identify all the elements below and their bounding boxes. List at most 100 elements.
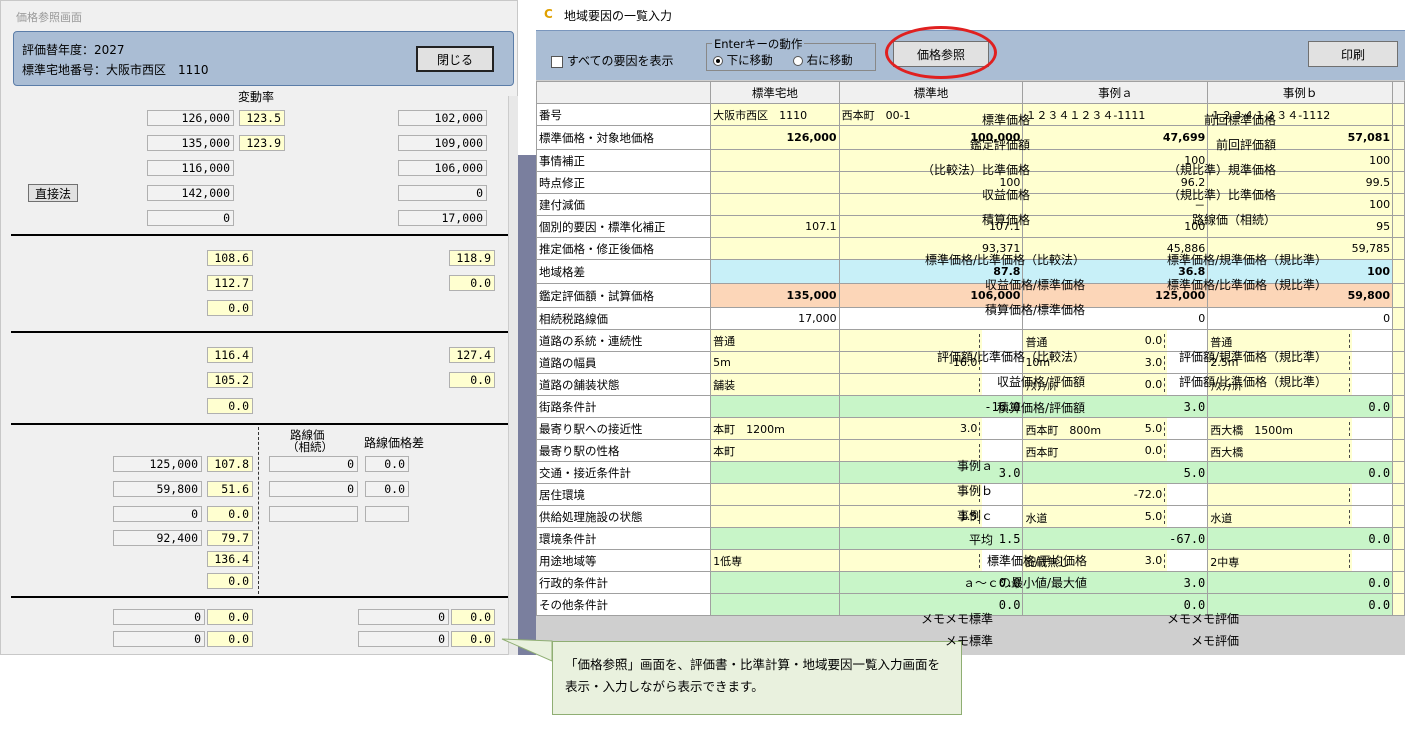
- grid-cell[interactable]: 17,000: [710, 307, 840, 330]
- close-button[interactable]: 閉じる: [416, 46, 494, 72]
- value-field[interactable]: 126,000: [147, 110, 234, 126]
- split-cell[interactable]: 西本町 0.0: [1022, 439, 1209, 462]
- grid-cell[interactable]: 大阪市西区 1110: [710, 103, 840, 126]
- grid-cell[interactable]: 126,000: [710, 125, 840, 150]
- grid-cell[interactable]: [710, 483, 840, 506]
- factor-blank[interactable]: [1167, 506, 1207, 527]
- ratio-field[interactable]: 0.0: [449, 372, 495, 388]
- grid-cell[interactable]: １２３４１２３４-1111: [1022, 103, 1209, 126]
- case-value-field[interactable]: 0: [113, 506, 202, 522]
- value-field[interactable]: 0: [147, 210, 234, 226]
- grid-cell[interactable]: 本町: [710, 439, 840, 462]
- factor-value[interactable]: [977, 444, 981, 458]
- move-down-radio[interactable]: 下に移動: [713, 52, 773, 68]
- ratio-field[interactable]: 105.2: [207, 372, 253, 388]
- radio-icon[interactable]: [793, 55, 803, 66]
- avg-ratio-field[interactable]: 136.4: [207, 551, 253, 567]
- ratio-field[interactable]: 108.6: [207, 250, 253, 266]
- case-value-field[interactable]: 59,800: [113, 481, 202, 497]
- factor-blank[interactable]: [1352, 374, 1392, 395]
- radio-selected-icon[interactable]: [713, 55, 723, 66]
- memo-value-field[interactable]: 0: [113, 609, 205, 625]
- ratio-field[interactable]: 0.0: [449, 275, 495, 291]
- rosen-diff-field[interactable]: [365, 506, 409, 522]
- factor-value[interactable]: 3.0: [1145, 554, 1166, 568]
- factor-text[interactable]: 西大橋 1500m: [1210, 422, 1293, 438]
- split-cell[interactable]: [838, 483, 1024, 506]
- grid-cell[interactable]: 107.1: [710, 215, 840, 238]
- grid-cell[interactable]: 100: [1022, 215, 1209, 238]
- memo-value-field[interactable]: 0: [358, 631, 449, 647]
- move-right-radio[interactable]: 右に移動: [793, 52, 853, 68]
- split-cell[interactable]: [838, 439, 1024, 462]
- grid-cell[interactable]: 普通: [710, 329, 840, 352]
- scrollbar[interactable]: [508, 96, 518, 655]
- factor-blank[interactable]: [1352, 418, 1392, 439]
- factor-value[interactable]: [1347, 488, 1351, 502]
- split-cell[interactable]: [838, 373, 1024, 396]
- value-field[interactable]: 0: [398, 185, 487, 201]
- case-value-field[interactable]: 92,400: [113, 530, 202, 546]
- case-rate-field[interactable]: 107.8: [207, 456, 253, 472]
- show-all-checkbox[interactable]: すべての要因を表示: [551, 52, 674, 69]
- factor-text[interactable]: 西本町 800m: [1025, 422, 1101, 438]
- memo-value-field[interactable]: 0: [113, 631, 205, 647]
- ratio-field[interactable]: 118.9: [449, 250, 495, 266]
- factor-value[interactable]: [1347, 510, 1351, 524]
- grid-cell[interactable]: [710, 193, 840, 216]
- case-rate-field[interactable]: 79.7: [207, 530, 253, 546]
- factor-blank[interactable]: [1167, 550, 1207, 571]
- rosen-field[interactable]: 0: [269, 456, 358, 472]
- ratio-field[interactable]: 112.7: [207, 275, 253, 291]
- case-value-field[interactable]: 125,000: [113, 456, 202, 472]
- factor-blank[interactable]: [1167, 418, 1207, 439]
- split-cell[interactable]: 西大橋: [1207, 439, 1394, 462]
- factor-blank[interactable]: [1352, 352, 1392, 373]
- factor-blank[interactable]: [982, 418, 1022, 439]
- factor-blank[interactable]: [1352, 330, 1392, 351]
- grid-cell[interactable]: [710, 171, 840, 194]
- value-field[interactable]: 135,000: [147, 135, 234, 151]
- factor-value[interactable]: [977, 334, 981, 348]
- factor-text[interactable]: 2中専: [1210, 554, 1239, 570]
- print-button[interactable]: 印刷: [1308, 41, 1398, 67]
- factor-value[interactable]: 3.0: [960, 422, 981, 436]
- rosen-diff-field[interactable]: 0.0: [365, 481, 409, 497]
- case-rate-field[interactable]: 0.0: [207, 506, 253, 522]
- split-cell[interactable]: 西本町 800m 5.0: [1022, 417, 1209, 440]
- grid-cell[interactable]: 0: [1207, 307, 1394, 330]
- value-field[interactable]: 17,000: [398, 210, 487, 226]
- split-cell[interactable]: 水道: [1207, 505, 1394, 528]
- factor-value[interactable]: [977, 378, 981, 392]
- memo-rate-field[interactable]: 0.0: [207, 609, 253, 625]
- ratio-field[interactable]: 0.0: [207, 300, 253, 316]
- factor-blank[interactable]: [1352, 550, 1392, 571]
- rosen-diff-field[interactable]: 0.0: [365, 456, 409, 472]
- factor-text[interactable]: 西本町: [1025, 444, 1058, 460]
- split-cell[interactable]: 2中専: [1207, 549, 1394, 572]
- factor-value[interactable]: [1347, 334, 1351, 348]
- factor-value[interactable]: [1347, 444, 1351, 458]
- split-cell[interactable]: 西大橋 1500m: [1207, 417, 1394, 440]
- factor-value[interactable]: [977, 554, 981, 568]
- memo-rate-field[interactable]: 0.0: [207, 631, 253, 647]
- ratio-field[interactable]: 127.4: [449, 347, 495, 363]
- grid-cell[interactable]: [710, 149, 840, 172]
- split-cell[interactable]: [1207, 483, 1394, 506]
- factor-text[interactable]: 水道: [1210, 510, 1232, 526]
- factor-value[interactable]: 3.0: [1145, 356, 1166, 370]
- factor-value[interactable]: -72.0: [1134, 488, 1166, 502]
- split-cell[interactable]: 3.0: [838, 417, 1024, 440]
- value-field[interactable]: 102,000: [398, 110, 487, 126]
- factor-value[interactable]: 5.0: [1145, 510, 1166, 524]
- grid-cell[interactable]: 本町 1200m: [710, 417, 840, 440]
- factor-value[interactable]: [1347, 356, 1351, 370]
- memo-value-field[interactable]: 0: [358, 609, 449, 625]
- factor-value[interactable]: [1347, 554, 1351, 568]
- memo-rate-field[interactable]: 0.0: [451, 609, 495, 625]
- factor-value[interactable]: [1347, 378, 1351, 392]
- grid-cell[interactable]: [710, 505, 840, 528]
- factor-blank[interactable]: [1352, 484, 1392, 505]
- grid-cell[interactable]: 47,699: [1022, 125, 1209, 150]
- rosen-field[interactable]: [269, 506, 358, 522]
